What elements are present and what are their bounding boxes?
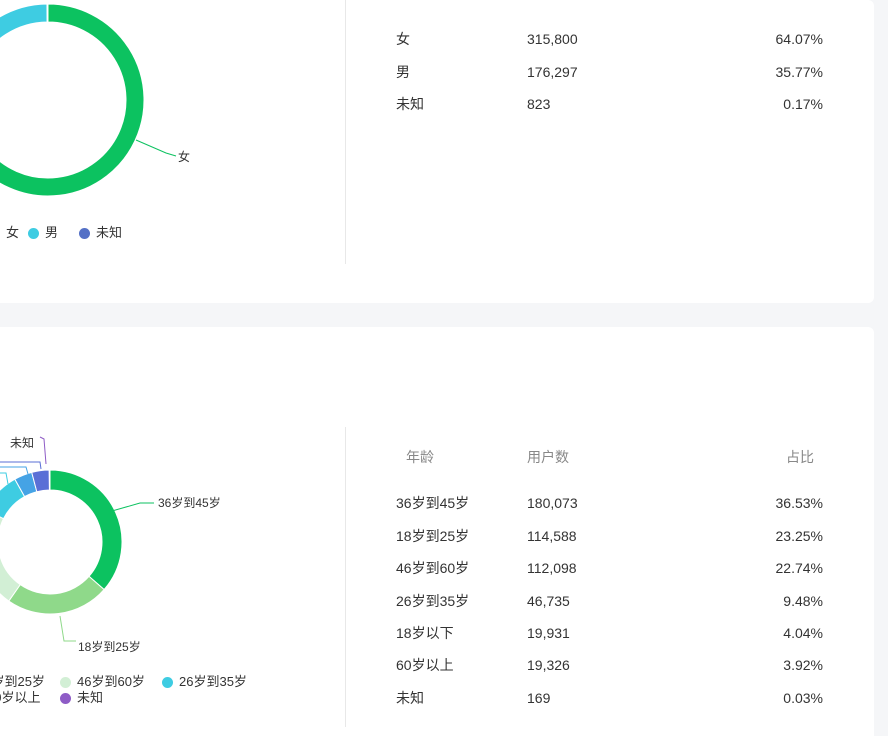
gender-legend-item-unknown[interactable]: 未知 xyxy=(79,225,122,241)
table-row: 未知 169 0.03% xyxy=(0,688,874,708)
row-name: 男 xyxy=(396,64,410,80)
table-row: 26岁到35岁 46,735 9.48% xyxy=(0,591,874,611)
row-count: 180,073 xyxy=(527,495,578,511)
row-count: 823 xyxy=(527,96,551,112)
row-name: 未知 xyxy=(396,96,424,112)
row-name: 60岁以上 xyxy=(396,657,454,673)
row-name: 46岁到60岁 xyxy=(396,560,470,576)
gender-legend-item-male[interactable]: 男 xyxy=(28,225,58,241)
row-percent: 9.48% xyxy=(783,593,823,609)
table-row: 未知 823 0.17% xyxy=(0,94,874,114)
row-percent: 64.07% xyxy=(775,31,823,47)
row-name: 26岁到35岁 xyxy=(396,593,470,609)
row-count: 176,297 xyxy=(527,64,578,80)
age-card: 未知 36岁到45岁 18岁到25岁 18岁到25岁 46岁到60岁 26岁到3… xyxy=(0,327,874,736)
header-percent: 占比 xyxy=(786,449,814,465)
row-count: 46,735 xyxy=(527,593,570,609)
pie-slice-2[interactable] xyxy=(0,510,21,602)
legend-dot xyxy=(79,227,90,239)
gender-legend-item-female[interactable]: 女 xyxy=(0,225,19,241)
row-percent: 35.77% xyxy=(775,64,823,80)
row-percent: 0.17% xyxy=(783,96,823,112)
row-percent: 36.53% xyxy=(775,495,823,511)
row-percent: 3.92% xyxy=(783,657,823,673)
gender-card: 女 女 男 未知 女 315,800 64.07% 男 176,297 35.7… xyxy=(0,0,874,303)
pie-slice-2[interactable] xyxy=(46,3,49,23)
table-row: 36岁到45岁 180,073 36.53% xyxy=(0,493,874,513)
table-row: 60岁以上 19,326 3.92% xyxy=(0,655,874,675)
row-percent: 0.03% xyxy=(783,690,823,706)
row-name: 女 xyxy=(396,31,410,47)
pie-slice-1[interactable] xyxy=(0,3,48,161)
legend-dot xyxy=(60,676,71,688)
legend-label: 未知 xyxy=(96,225,123,240)
legend-label: 女 xyxy=(6,225,20,240)
row-name: 18岁以下 xyxy=(396,625,454,641)
row-name: 18岁到25岁 xyxy=(396,528,470,544)
table-row: 男 176,297 35.77% xyxy=(0,62,874,82)
header-age: 年龄 xyxy=(406,449,434,465)
header-user-count: 用户数 xyxy=(527,449,569,465)
row-count: 169 xyxy=(527,690,551,706)
gender-label-leader-line xyxy=(135,139,177,157)
table-row: 18岁到25岁 114,588 23.25% xyxy=(0,526,874,546)
row-count: 112,098 xyxy=(527,560,577,576)
table-row: 18岁以下 19,931 4.04% xyxy=(0,623,874,643)
legend-label: 男 xyxy=(45,225,59,240)
row-count: 114,588 xyxy=(527,528,577,544)
table-header: 年龄 用户数 占比 xyxy=(0,447,874,467)
table-row: 女 315,800 64.07% xyxy=(0,29,874,49)
row-percent: 23.25% xyxy=(775,528,823,544)
pie-slice-6[interactable] xyxy=(48,469,51,491)
age-label-leader-line-26to35 xyxy=(0,472,9,485)
row-count: 19,326 xyxy=(527,657,570,673)
row-name: 36岁到45岁 xyxy=(396,495,470,511)
gender-slice-label: 女 xyxy=(178,149,190,164)
row-percent: 22.74% xyxy=(775,560,823,576)
legend-dot xyxy=(28,227,39,239)
row-count: 19,931 xyxy=(527,625,570,641)
row-count: 315,800 xyxy=(527,31,578,47)
legend-dot xyxy=(162,676,173,688)
row-percent: 4.04% xyxy=(783,625,823,641)
table-row: 46岁到60岁 112,098 22.74% xyxy=(0,558,874,578)
row-name: 未知 xyxy=(396,690,424,706)
